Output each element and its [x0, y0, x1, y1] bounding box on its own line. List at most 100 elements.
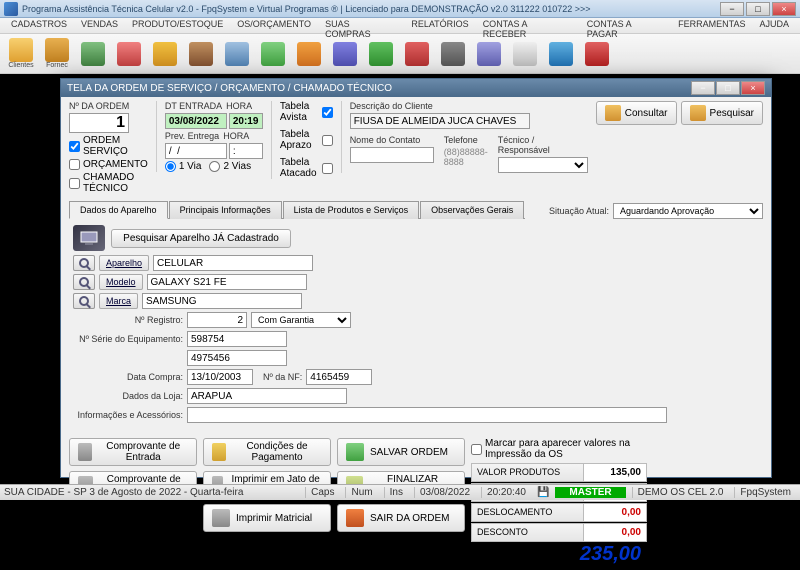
type-orcamento-check[interactable]	[69, 159, 80, 170]
menu-relatorios[interactable]: RELATÓRIOS	[404, 18, 475, 33]
serie-input[interactable]	[187, 331, 287, 347]
menubar: CADASTROS VENDAS PRODUTO/ESTOQUE OS/ORÇA…	[0, 18, 800, 34]
tab-dados-aparelho[interactable]: Dados do Aparelho	[69, 201, 168, 219]
menu-ferramentas[interactable]: FERRAMENTAS	[671, 18, 752, 33]
garantia-select[interactable]: Com Garantia	[251, 312, 351, 328]
sair-button[interactable]: SAIR DA ORDEM	[337, 504, 465, 532]
entry-date-input[interactable]	[165, 113, 227, 129]
consultar-button[interactable]: Consultar	[596, 101, 677, 125]
modelo-link[interactable]: Modelo	[99, 274, 143, 290]
via2-radio[interactable]	[209, 161, 220, 172]
modelo-input[interactable]	[147, 274, 307, 290]
toolbar-btn-14[interactable]	[472, 36, 506, 72]
toolbar-btn-7[interactable]	[220, 36, 254, 72]
marca-link[interactable]: Marca	[99, 293, 138, 309]
aparelho-link[interactable]: Aparelho	[99, 255, 149, 271]
nf-input[interactable]	[306, 369, 372, 385]
toolbar-btn-17[interactable]	[580, 36, 614, 72]
pesquisar-button[interactable]: Pesquisar	[681, 101, 763, 125]
toolbar-btn-5[interactable]	[148, 36, 182, 72]
loja-input[interactable]	[187, 388, 347, 404]
acessorios-input[interactable]	[187, 407, 667, 423]
modal-minimize[interactable]: −	[691, 81, 715, 95]
toolbar-btn-8[interactable]	[256, 36, 290, 72]
imp-matricial-button[interactable]: Imprimir Matricial	[203, 504, 331, 532]
toolbar-clientes[interactable]: Clientes	[4, 36, 38, 72]
table-aprazo-check[interactable]	[322, 135, 333, 146]
print-values-check[interactable]	[471, 444, 482, 455]
toolbar-btn-9[interactable]	[292, 36, 326, 72]
db-icon: 💾	[537, 487, 549, 498]
client-desc-input[interactable]	[350, 113, 530, 129]
toolbar-btn-10[interactable]	[328, 36, 362, 72]
toolbar-btn-6[interactable]	[184, 36, 218, 72]
check-icon	[346, 443, 364, 461]
menu-cadastros[interactable]: CADASTROS	[4, 18, 74, 33]
people-icon	[9, 38, 33, 62]
aparelho-input[interactable]	[153, 255, 313, 271]
toolbar-btn-12[interactable]	[400, 36, 434, 72]
menu-produto[interactable]: PRODUTO/ESTOQUE	[125, 18, 230, 33]
exit-door-icon	[346, 509, 364, 527]
entry-time-input[interactable]	[229, 113, 263, 129]
menu-receber[interactable]: CONTAS A RECEBER	[476, 18, 580, 33]
doc-icon	[117, 42, 141, 66]
table-atacado-check[interactable]	[322, 163, 333, 174]
toolbar: Clientes Fornec	[0, 34, 800, 74]
minus-icon	[405, 42, 429, 66]
status-select[interactable]: Aguardando Aprovação	[613, 203, 763, 219]
salvar-button[interactable]: SALVAR ORDEM	[337, 438, 465, 466]
modelo-search-btn[interactable]	[73, 274, 95, 290]
menu-ajuda[interactable]: AJUDA	[753, 18, 797, 33]
prev-time-input[interactable]	[229, 143, 263, 159]
order-num-label: Nº DA ORDEM	[69, 101, 148, 111]
via1-radio[interactable]	[165, 161, 176, 172]
aparelho-search-btn[interactable]	[73, 255, 95, 271]
table-avista-check[interactable]	[322, 107, 333, 118]
extra-input[interactable]	[187, 350, 287, 366]
modal-maximize[interactable]: □	[716, 81, 740, 95]
menu-os[interactable]: OS/ORÇAMENTO	[230, 18, 318, 33]
magnifier-icon	[79, 296, 89, 306]
folder-icon	[81, 42, 105, 66]
report-icon	[333, 42, 357, 66]
info-icon	[549, 42, 573, 66]
prev-date-input[interactable]	[165, 143, 227, 159]
modal-close[interactable]: ×	[741, 81, 765, 95]
minimize-button[interactable]: −	[720, 2, 744, 16]
tab-principais[interactable]: Principais Informações	[169, 201, 282, 219]
tab-produtos[interactable]: Lista de Produtos e Serviços	[283, 201, 420, 219]
toolbar-btn-16[interactable]	[544, 36, 578, 72]
search-device-button[interactable]: Pesquisar Aparelho JÁ Cadastrado	[111, 229, 291, 248]
barcode-icon	[225, 42, 249, 66]
menu-vendas[interactable]: VENDAS	[74, 18, 125, 33]
service-order-modal: TELA DA ORDEM DE SERVIÇO / ORÇAMENTO / C…	[60, 78, 772, 478]
marca-input[interactable]	[142, 293, 302, 309]
close-button[interactable]: ×	[772, 2, 796, 16]
type-chamado-check[interactable]	[69, 178, 80, 189]
toolbar-btn-15[interactable]	[508, 36, 542, 72]
comp-entrada-button[interactable]: Comprovante de Entrada	[69, 438, 197, 466]
toolbar-btn-11[interactable]	[364, 36, 398, 72]
cond-pag-button[interactable]: Condições de Pagamento	[203, 438, 331, 466]
magnifier-icon	[79, 277, 89, 287]
type-ordem-check[interactable]	[69, 141, 80, 152]
money-icon	[212, 443, 226, 461]
toolbar-btn-4[interactable]	[112, 36, 146, 72]
toolbar-btn-3[interactable]	[76, 36, 110, 72]
tab-content-dados: Pesquisar Aparelho JÁ Cadastrado Aparelh…	[69, 219, 763, 432]
contact-input[interactable]	[350, 147, 434, 163]
wrench-icon	[297, 42, 321, 66]
tab-obs[interactable]: Observações Gerais	[420, 201, 524, 219]
toolbar-btn-13[interactable]	[436, 36, 470, 72]
menu-pagar[interactable]: CONTAS A PAGAR	[580, 18, 671, 33]
tecnico-select[interactable]	[498, 157, 588, 173]
menu-compras[interactable]: SUAS COMPRAS	[318, 18, 404, 33]
datacompra-input[interactable]	[187, 369, 253, 385]
toolbar-fornec[interactable]: Fornec	[40, 36, 74, 72]
maximize-button[interactable]: □	[746, 2, 770, 16]
order-num-input[interactable]	[69, 113, 129, 133]
modal-title-text: TELA DA ORDEM DE SERVIÇO / ORÇAMENTO / C…	[67, 83, 392, 94]
registro-input[interactable]	[187, 312, 247, 328]
marca-search-btn[interactable]	[73, 293, 95, 309]
